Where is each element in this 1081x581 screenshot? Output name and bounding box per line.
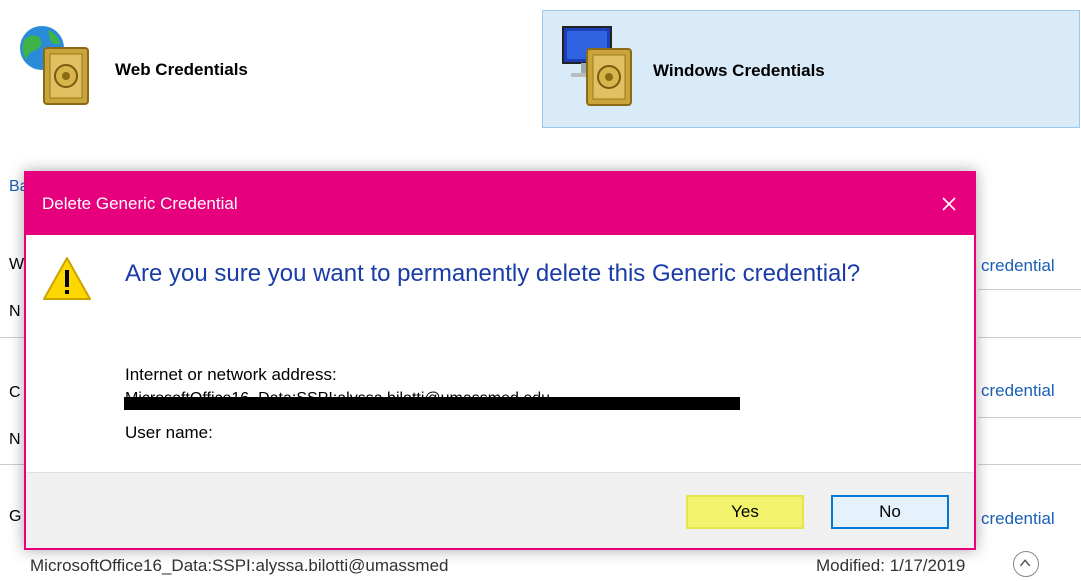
- row-fragment: G: [9, 508, 22, 525]
- monitor-vault-icon: [562, 26, 632, 106]
- row-divider: [978, 337, 1081, 338]
- no-button[interactable]: No: [831, 495, 949, 529]
- credential-address-text: MicrosoftOffice16_Data:SSPI:alyssa.bilot…: [30, 556, 449, 575]
- row-fragment: N: [9, 431, 21, 448]
- row-credential-link[interactable]: credential: [981, 256, 1055, 276]
- warning-icon: [43, 257, 91, 300]
- close-icon: [942, 197, 956, 211]
- modified-date-text: Modified: 1/17/2019: [816, 556, 966, 575]
- yes-button[interactable]: Yes: [686, 495, 804, 529]
- row-credential-link[interactable]: credential: [981, 509, 1055, 529]
- dialog-title: Delete Generic Credential: [42, 194, 238, 213]
- delete-credential-dialog: Delete Generic Credential Are you sure y…: [24, 171, 976, 550]
- user-name-label: User name:: [125, 423, 213, 442]
- row-divider: [0, 337, 24, 338]
- row-fragment: W: [9, 256, 25, 273]
- close-button[interactable]: [924, 173, 974, 235]
- confirmation-question: Are you sure you want to permanently del…: [125, 260, 861, 287]
- windows-credentials-label: Windows Credentials: [653, 61, 825, 80]
- dialog-titlebar[interactable]: Delete Generic Credential: [26, 173, 974, 235]
- row-divider: [978, 289, 1081, 290]
- globe-vault-icon: [20, 26, 89, 105]
- row-credential-link[interactable]: credential: [981, 381, 1055, 401]
- row-fragment: N: [9, 303, 21, 320]
- dialog-footer: Yes No: [26, 472, 974, 548]
- address-label: Internet or network address:: [125, 365, 337, 384]
- redaction-bar: [124, 397, 740, 410]
- row-divider: [978, 464, 1081, 465]
- row-divider: [978, 417, 1081, 418]
- chevron-up-icon: [1019, 559, 1031, 567]
- windows-credentials-tile[interactable]: Windows Credentials: [542, 10, 1080, 128]
- expand-toggle[interactable]: [1013, 551, 1039, 577]
- row-fragment: C: [9, 384, 21, 401]
- web-credentials-label: Web Credentials: [115, 60, 248, 79]
- row-divider: [0, 464, 24, 465]
- web-credentials-tile[interactable]: Web Credentials: [14, 12, 314, 122]
